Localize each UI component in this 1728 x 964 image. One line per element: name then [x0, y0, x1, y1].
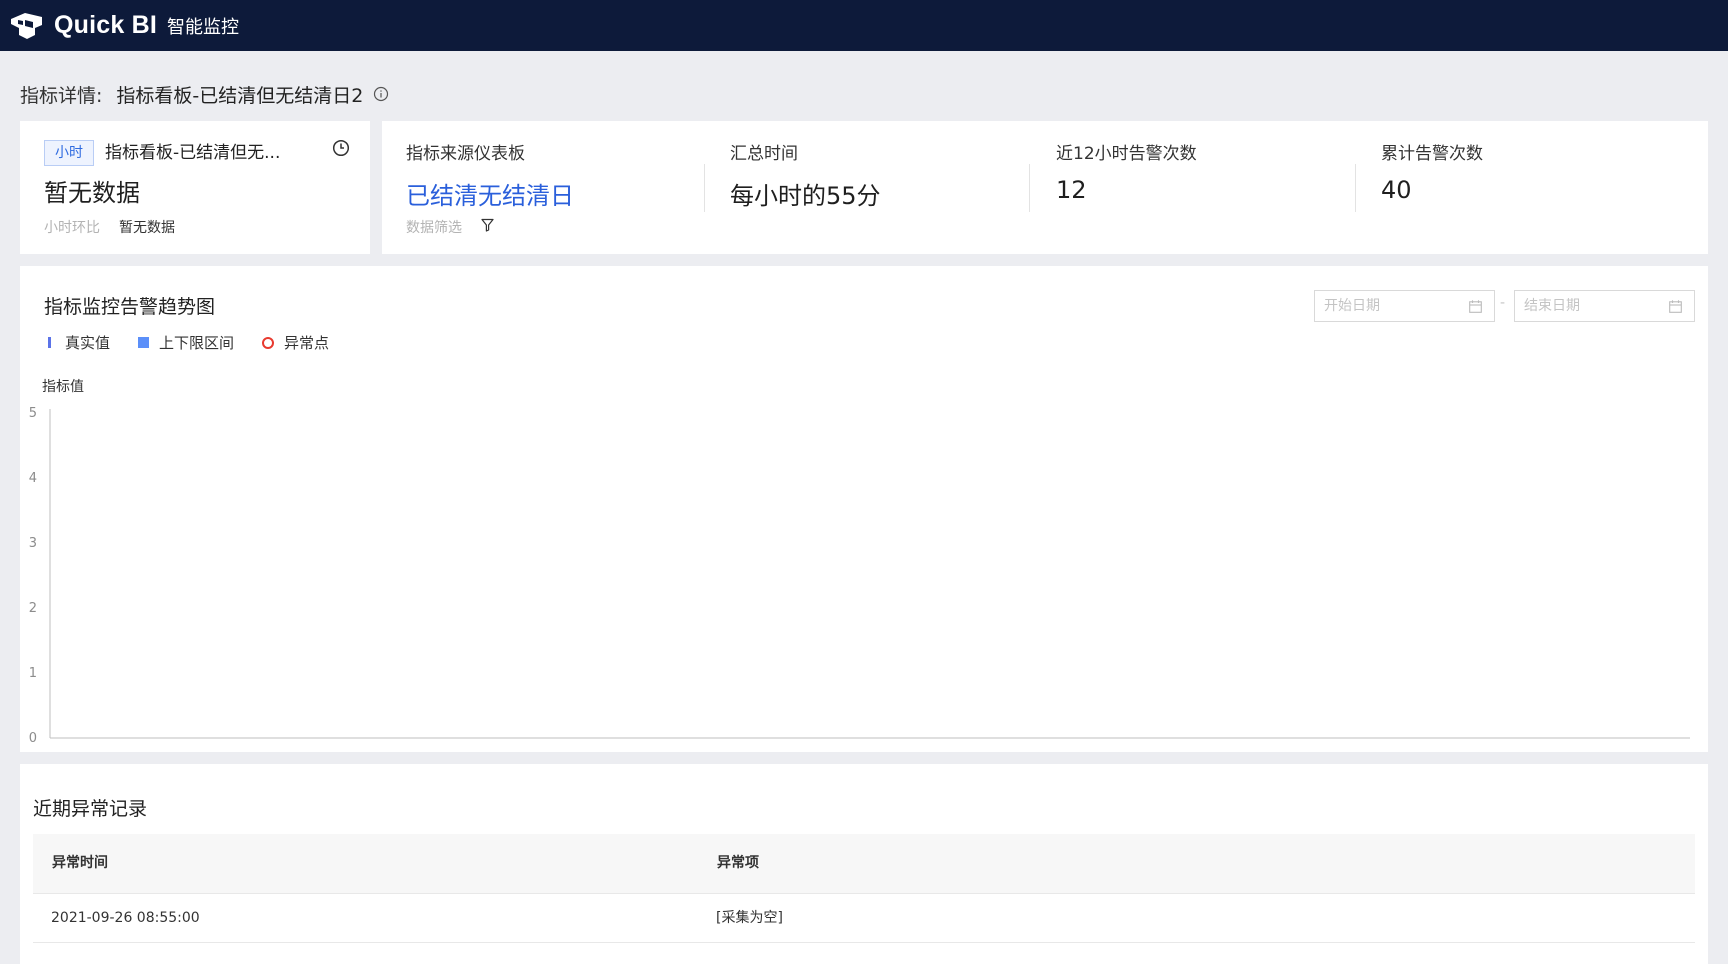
- metric-source-link[interactable]: 已结清无结清日: [406, 176, 574, 211]
- page-title: 指标详情: 指标看板-已结清但无结清日2: [20, 80, 389, 108]
- column-header-item: 异常项: [717, 855, 759, 871]
- aggregation-time-label: 汇总时间: [730, 144, 798, 164]
- y-tick-label: 5: [29, 406, 37, 421]
- trend-chart: 指标值 0 1 2 3 4 5: [29, 379, 1690, 746]
- page-title-label: 指标详情:: [20, 84, 103, 107]
- info-icon[interactable]: [373, 86, 389, 102]
- y-axis-label: 指标值: [42, 379, 84, 395]
- compare-label: 小时环比: [44, 220, 100, 236]
- metric-value: 暂无数据: [44, 179, 140, 207]
- metric-source-label: 指标来源仪表板: [406, 144, 525, 164]
- recent-alerts-label: 近12小时告警次数: [1056, 144, 1197, 164]
- recent-alerts-value: 12: [1056, 176, 1087, 204]
- top-navbar: Quick BI 智能监控: [0, 0, 1728, 51]
- divider: [1355, 164, 1356, 212]
- trend-chart-card: 指标监控告警趋势图 真实值 上下限区间 异常点 开始日期 - 结束日期 指标值 …: [20, 266, 1708, 752]
- records-table-header: 异常时间 异常项: [33, 834, 1695, 894]
- y-tick-label: 2: [29, 601, 37, 616]
- total-alerts-label: 累计告警次数: [1381, 144, 1483, 164]
- divider: [704, 164, 705, 212]
- aggregation-time-value: 每小时的55分: [730, 182, 881, 210]
- quickbi-logo-icon[interactable]: [8, 11, 46, 41]
- y-tick-label: 4: [29, 471, 37, 486]
- page-title-value: 指标看板-已结清但无结清日2: [116, 84, 364, 107]
- cell-anomaly-item: [采集为空]: [716, 910, 783, 926]
- y-tick-label: 3: [29, 536, 37, 551]
- metric-info-card: 指标来源仪表板 已结清无结清日 数据筛选 汇总时间 每小时的55分 近12小时告…: [382, 121, 1708, 254]
- data-filter-label: 数据筛选: [406, 220, 462, 236]
- total-alerts-value: 40: [1381, 176, 1412, 204]
- y-tick-label: 0: [29, 731, 37, 746]
- metric-total-alerts: 累计告警次数 40: [1381, 139, 1483, 204]
- clock-icon[interactable]: [332, 139, 350, 157]
- table-row[interactable]: 2021-09-26 08:55:00 [采集为空]: [33, 894, 1695, 943]
- cell-anomaly-time: 2021-09-26 08:55:00: [51, 910, 200, 926]
- metric-source: 指标来源仪表板 已结清无结清日: [406, 139, 574, 211]
- records-title: 近期异常记录: [33, 798, 148, 820]
- filter-icon[interactable]: [481, 218, 494, 232]
- metric-name: 指标看板-已结清但无...: [105, 143, 281, 163]
- compare-value: 暂无数据: [119, 220, 175, 236]
- column-header-time: 异常时间: [52, 855, 108, 871]
- metric-aggregation-time: 汇总时间 每小时的55分: [730, 139, 881, 211]
- divider: [1029, 164, 1030, 212]
- module-name: 智能监控: [167, 16, 240, 38]
- anomaly-records-card: 近期异常记录 异常时间 异常项 2021-09-26 08:55:00 [采集为…: [20, 764, 1708, 964]
- metric-recent-alerts: 近12小时告警次数 12: [1056, 139, 1197, 204]
- y-tick-label: 1: [29, 666, 37, 681]
- granularity-tag: 小时: [44, 140, 94, 166]
- metric-summary-card: 小时 指标看板-已结清但无... 暂无数据 小时环比 暂无数据: [20, 121, 370, 254]
- brand-name[interactable]: Quick BI: [54, 11, 157, 40]
